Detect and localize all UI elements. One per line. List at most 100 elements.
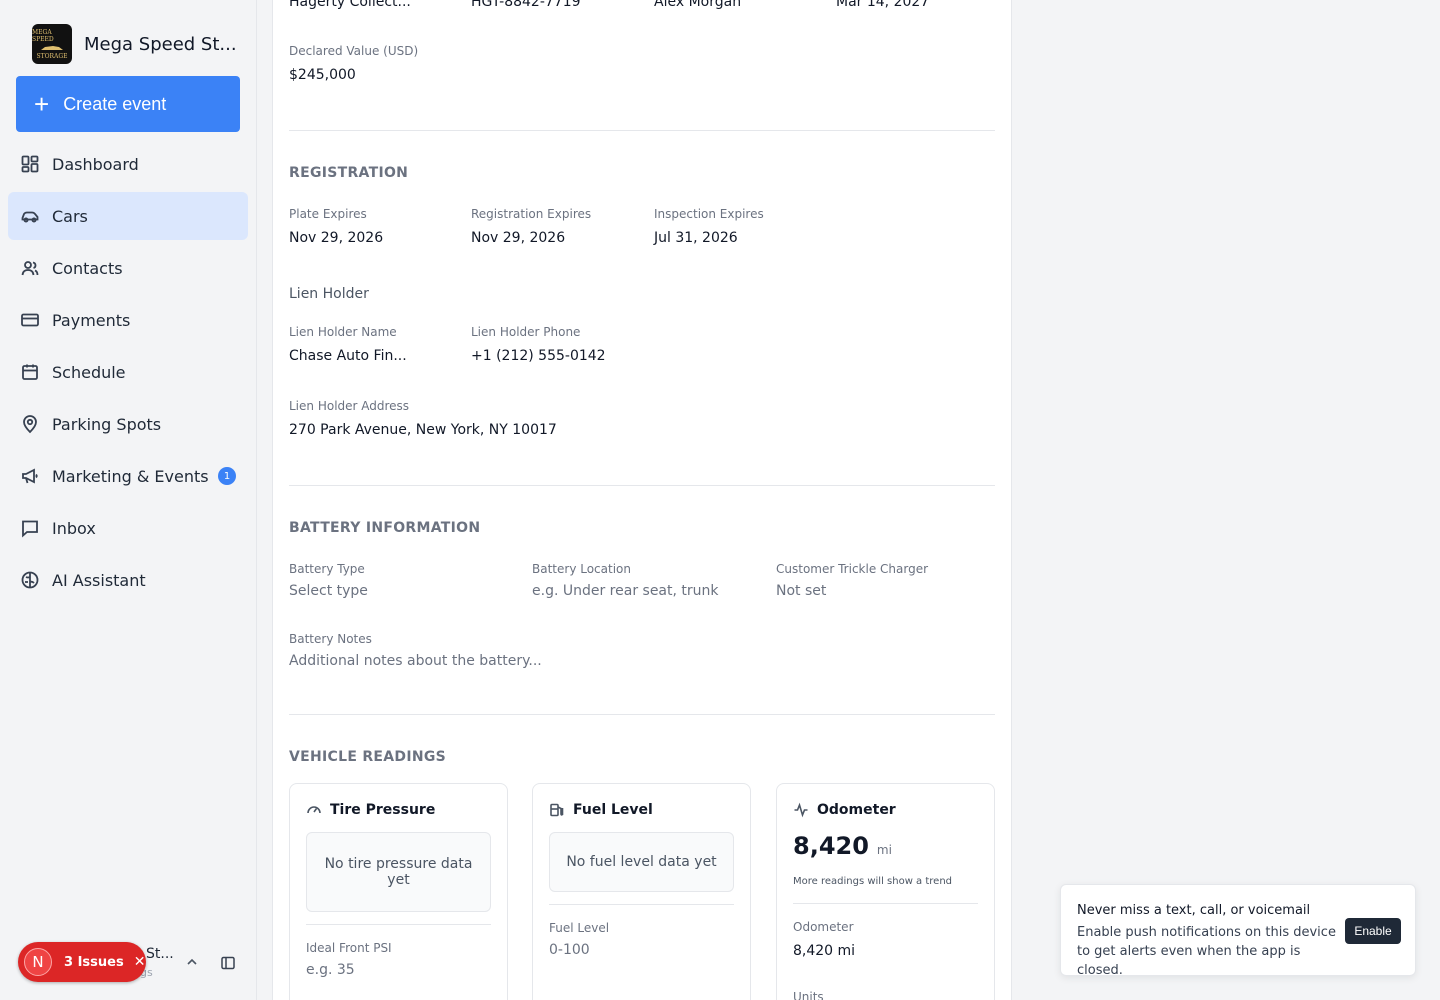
divider (306, 924, 491, 925)
odometer-reading: 8,420 mi (793, 832, 892, 860)
fuel-level-header: Fuel Level (549, 802, 653, 818)
declared-value-label: Declared Value (USD) (289, 44, 419, 58)
credit-card-icon (20, 310, 40, 330)
tire-pressure-header: Tire Pressure (306, 802, 435, 818)
vehicle-readings-section-title: VEHICLE READINGS (289, 749, 447, 765)
battery-location-input[interactable]: e.g. Under rear seat, trunk (532, 583, 719, 599)
odometer-header: Odometer (793, 802, 896, 818)
message-icon (20, 518, 40, 538)
plus-icon: + (34, 89, 50, 119)
registration-section-title: REGISTRATION (289, 165, 409, 181)
sidebar-nav: Dashboard Cars Contacts Payments Schedul… (8, 140, 248, 608)
toast-title: Never miss a text, call, or voicemail (1077, 903, 1311, 918)
registration-expires-label: Registration Expires (471, 207, 592, 221)
odometer-unit: mi (876, 843, 892, 857)
fuel-level-card: Fuel Level No fuel level data yet Fuel L… (532, 783, 751, 1000)
notification-badge: 1 (218, 467, 236, 485)
sidebar-item-label: Inbox (52, 518, 96, 538)
issues-indicator[interactable]: N 3 Issues ✕ (18, 942, 146, 982)
sidebar-item-parking-spots[interactable]: Parking Spots (8, 400, 248, 448)
account-name[interactable]: St... (146, 946, 174, 962)
sidebar-item-inbox[interactable]: Inbox (8, 504, 248, 552)
divider (289, 714, 995, 715)
fuel-level-title: Fuel Level (573, 802, 653, 818)
agent-name-value: Alex Morgan (654, 0, 742, 10)
tire-pressure-card: Tire Pressure No tire pressure data yet … (289, 783, 508, 1000)
battery-notes-input[interactable]: Additional notes about the battery... (289, 653, 542, 669)
sidebar-toggle-icon[interactable] (220, 955, 236, 971)
tire-pressure-empty-state: No tire pressure data yet (306, 832, 491, 912)
divider (549, 904, 734, 905)
issues-count: 3 Issues (64, 954, 124, 970)
activity-icon (794, 802, 808, 818)
lien-holder-address-value[interactable]: 270 Park Avenue, New York, NY 10017 (289, 422, 557, 438)
brain-icon (20, 570, 40, 590)
odometer-big-value: 8,420 (793, 832, 869, 860)
lien-holder-phone-label: Lien Holder Phone (471, 325, 581, 339)
trickle-charger-label: Customer Trickle Charger (776, 562, 929, 576)
divider (793, 903, 978, 904)
sidebar-item-label: Cars (52, 206, 88, 226)
tire-pressure-title: Tire Pressure (330, 802, 436, 818)
lien-holder-phone-value[interactable]: +1 (212) 555-0142 (471, 348, 606, 364)
issues-avatar: N (24, 948, 52, 976)
lien-holder-heading: Lien Holder (289, 286, 369, 302)
brand[interactable]: MEGA SPEED STORAGE Mega Speed St... (32, 24, 237, 64)
battery-type-select[interactable]: Select type (289, 583, 368, 599)
fuel-level-label: Fuel Level (549, 921, 610, 935)
odometer-title: Odometer (817, 802, 896, 818)
contacts-icon (20, 258, 40, 278)
sidebar-item-dashboard[interactable]: Dashboard (8, 140, 248, 188)
create-event-label: Create event (63, 93, 167, 114)
insurance-provider-value: Hagerty Collect... (289, 0, 411, 10)
sidebar-item-label: Dashboard (52, 154, 139, 174)
lien-holder-name-value[interactable]: Chase Auto Fin... (289, 348, 407, 364)
brand-logo: MEGA SPEED STORAGE (32, 24, 72, 64)
fuel-level-empty-state: No fuel level data yet (549, 832, 734, 892)
sidebar-item-schedule[interactable]: Schedule (8, 348, 248, 396)
odometer-card: Odometer 8,420 mi More readings will sho… (776, 783, 995, 1000)
close-icon[interactable]: ✕ (134, 954, 146, 970)
battery-location-label: Battery Location (532, 562, 631, 576)
battery-section-title: BATTERY INFORMATION (289, 520, 481, 536)
units-label: Units (793, 990, 824, 1000)
sidebar-item-payments[interactable]: Payments (8, 296, 248, 344)
gauge-icon (307, 806, 321, 814)
logo-text-bottom: STORAGE (36, 52, 68, 60)
inspection-expires-label: Inspection Expires (654, 207, 764, 221)
create-event-button[interactable]: + Create event (16, 76, 240, 132)
logo-text-top: MEGA SPEED (32, 28, 54, 43)
inspection-expires-value[interactable]: Jul 31, 2026 (654, 230, 738, 246)
sidebar-item-cars[interactable]: Cars (8, 192, 248, 240)
sidebar-item-ai-assistant[interactable]: AI Assistant (8, 556, 248, 604)
calendar-icon (20, 362, 40, 382)
lien-holder-address-label: Lien Holder Address (289, 399, 410, 413)
toast-body: Enable push notifications on this device… (1077, 925, 1336, 978)
odometer-field-value[interactable]: 8,420 mi (793, 943, 855, 959)
sidebar-item-contacts[interactable]: Contacts (8, 244, 248, 292)
push-notification-toast: Never miss a text, call, or voicemail En… (1060, 884, 1416, 978)
enable-notifications-button[interactable]: Enable (1345, 918, 1401, 944)
divider (289, 130, 995, 131)
sidebar-item-label: Parking Spots (52, 414, 162, 434)
fuel-level-input[interactable]: 0-100 (549, 942, 590, 958)
ideal-front-psi-input[interactable]: e.g. 35 (306, 962, 355, 978)
plate-expires-label: Plate Expires (289, 207, 367, 221)
plate-expires-value[interactable]: Nov 29, 2026 (289, 230, 383, 246)
ideal-front-psi-label: Ideal Front PSI (306, 941, 392, 955)
fuel-pump-icon (550, 803, 564, 817)
divider (289, 485, 995, 486)
trickle-charger-select[interactable]: Not set (776, 583, 826, 599)
lien-holder-name-label: Lien Holder Name (289, 325, 397, 339)
sidebar-item-label: Contacts (52, 258, 123, 278)
sidebar-item-label: Marketing & Events (52, 466, 209, 486)
declared-value[interactable]: $245,000 (289, 67, 356, 83)
megaphone-icon (20, 466, 40, 486)
map-pin-icon (20, 414, 40, 434)
battery-notes-label: Battery Notes (289, 632, 372, 646)
sidebar-item-label: AI Assistant (52, 570, 146, 590)
sidebar-item-label: Schedule (52, 362, 126, 382)
chevron-up-icon[interactable] (184, 954, 200, 970)
registration-expires-value[interactable]: Nov 29, 2026 (471, 230, 565, 246)
sidebar-item-marketing-events[interactable]: Marketing & Events 1 (8, 452, 248, 500)
